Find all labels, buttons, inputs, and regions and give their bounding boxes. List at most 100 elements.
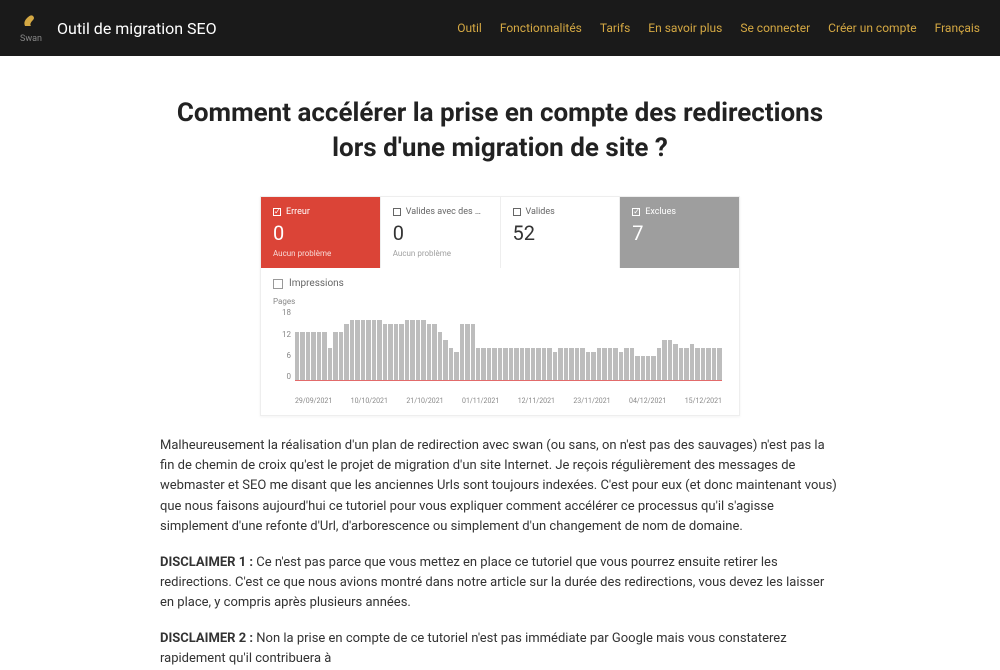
x-tick: 29/09/2021 — [295, 397, 332, 405]
nav-fonctionnalites[interactable]: Fonctionnalités — [500, 21, 582, 35]
stat-value: 0 — [273, 221, 368, 245]
bar — [492, 348, 496, 380]
stat-row: Erreur0Aucun problèmeValides avec des …0… — [261, 197, 739, 268]
bar — [608, 348, 612, 380]
disclaimer-1-text: Ce n'est pas parce que vous mettez en pl… — [160, 555, 824, 610]
nav-outil[interactable]: Outil — [457, 21, 482, 35]
nav-en-savoir-plus[interactable]: En savoir plus — [648, 21, 722, 35]
bar — [690, 344, 694, 380]
bar — [443, 340, 447, 380]
bar — [525, 348, 529, 380]
bar — [569, 348, 573, 380]
x-tick: 21/10/2021 — [406, 397, 443, 405]
stat-box[interactable]: Erreur 0 Aucun problème — [261, 197, 381, 268]
swan-icon — [21, 12, 41, 32]
bar — [410, 320, 414, 380]
bar — [553, 352, 557, 380]
checkbox-icon — [273, 279, 283, 289]
y-tick: 18 — [273, 308, 291, 317]
impressions-toggle[interactable]: Impressions — [273, 278, 727, 289]
stat-sub: Aucun problème — [273, 249, 368, 258]
stat-box[interactable]: Valides52 — [501, 197, 621, 268]
site-title: Outil de migration SEO — [57, 19, 217, 38]
bar — [503, 348, 507, 380]
bar — [449, 348, 453, 380]
logo[interactable]: Swan — [20, 12, 42, 44]
bar — [344, 324, 348, 380]
bar — [514, 348, 518, 380]
bar — [311, 332, 315, 380]
stat-value: 52 — [513, 221, 608, 245]
y-tick: 0 — [273, 372, 291, 381]
bar — [662, 340, 666, 380]
bar — [668, 340, 672, 380]
bar — [717, 348, 721, 380]
checkbox-icon — [513, 208, 521, 216]
stat-label: Erreur — [286, 207, 310, 217]
bar — [317, 332, 321, 380]
disclaimer-2-text: Non la prise en compte de ce tutoriel n'… — [160, 631, 787, 666]
bar — [416, 320, 420, 380]
bar — [481, 348, 485, 380]
stat-value: 7 — [632, 221, 727, 245]
bar — [673, 344, 677, 380]
bar — [547, 348, 551, 380]
bar — [465, 324, 469, 380]
bar — [372, 320, 376, 380]
x-axis: 29/09/202110/10/202121/10/202101/11/2021… — [273, 393, 727, 405]
stat-value: 0 — [393, 221, 488, 245]
bar — [300, 332, 304, 380]
bar — [432, 324, 436, 380]
bars — [295, 308, 722, 381]
bar — [498, 348, 502, 380]
bar — [646, 356, 650, 380]
bar — [706, 348, 710, 380]
bar — [322, 332, 326, 380]
bar — [641, 356, 645, 380]
checkbox-icon — [393, 208, 401, 216]
bar — [328, 348, 332, 380]
bar — [295, 332, 299, 380]
nav-creer-compte[interactable]: Créer un compte — [828, 21, 916, 35]
bar — [630, 348, 634, 380]
bar — [586, 352, 590, 380]
y-tick: 6 — [273, 351, 291, 360]
bar — [695, 348, 699, 380]
nav-francais[interactable]: Français — [935, 21, 980, 35]
bar — [405, 320, 409, 380]
bar — [613, 348, 617, 380]
bar — [701, 348, 705, 380]
x-tick: 01/11/2021 — [462, 397, 499, 405]
checkbox-icon — [632, 208, 640, 216]
y-axis: 181260 — [273, 308, 291, 381]
disclaimer-1-label: DISCLAIMER 1 : — [160, 555, 253, 570]
bar — [454, 352, 458, 380]
bar — [619, 352, 623, 380]
stat-sub: Aucun problème — [393, 249, 488, 258]
bar — [306, 332, 310, 380]
bar — [564, 348, 568, 380]
x-tick: 12/11/2021 — [518, 397, 555, 405]
chart-card: Erreur0Aucun problèmeValides avec des …0… — [260, 196, 740, 416]
stat-box[interactable]: Exclues7 — [620, 197, 739, 268]
content: Comment accélérer la prise en compte des… — [0, 56, 1000, 670]
nav-tarifs[interactable]: Tarifs — [600, 21, 630, 35]
bar — [366, 320, 370, 380]
page-title: Comment accélérer la prise en compte des… — [160, 96, 840, 166]
bar — [536, 348, 540, 380]
bar — [635, 356, 639, 380]
x-tick: 04/12/2021 — [629, 397, 666, 405]
bar — [361, 320, 365, 380]
bar — [651, 356, 655, 380]
checkbox-icon — [273, 208, 281, 216]
chart-body: Impressions Pages 181260 29/09/202110/10… — [261, 268, 739, 415]
bar — [421, 320, 425, 380]
stat-box[interactable]: Valides avec des …0Aucun problème — [381, 197, 501, 268]
bar — [602, 348, 606, 380]
bar — [399, 324, 403, 380]
x-tick: 23/11/2021 — [573, 397, 610, 405]
bar — [712, 348, 716, 380]
bar — [542, 348, 546, 380]
bar — [531, 348, 535, 380]
nav-se-connecter[interactable]: Se connecter — [740, 21, 810, 35]
